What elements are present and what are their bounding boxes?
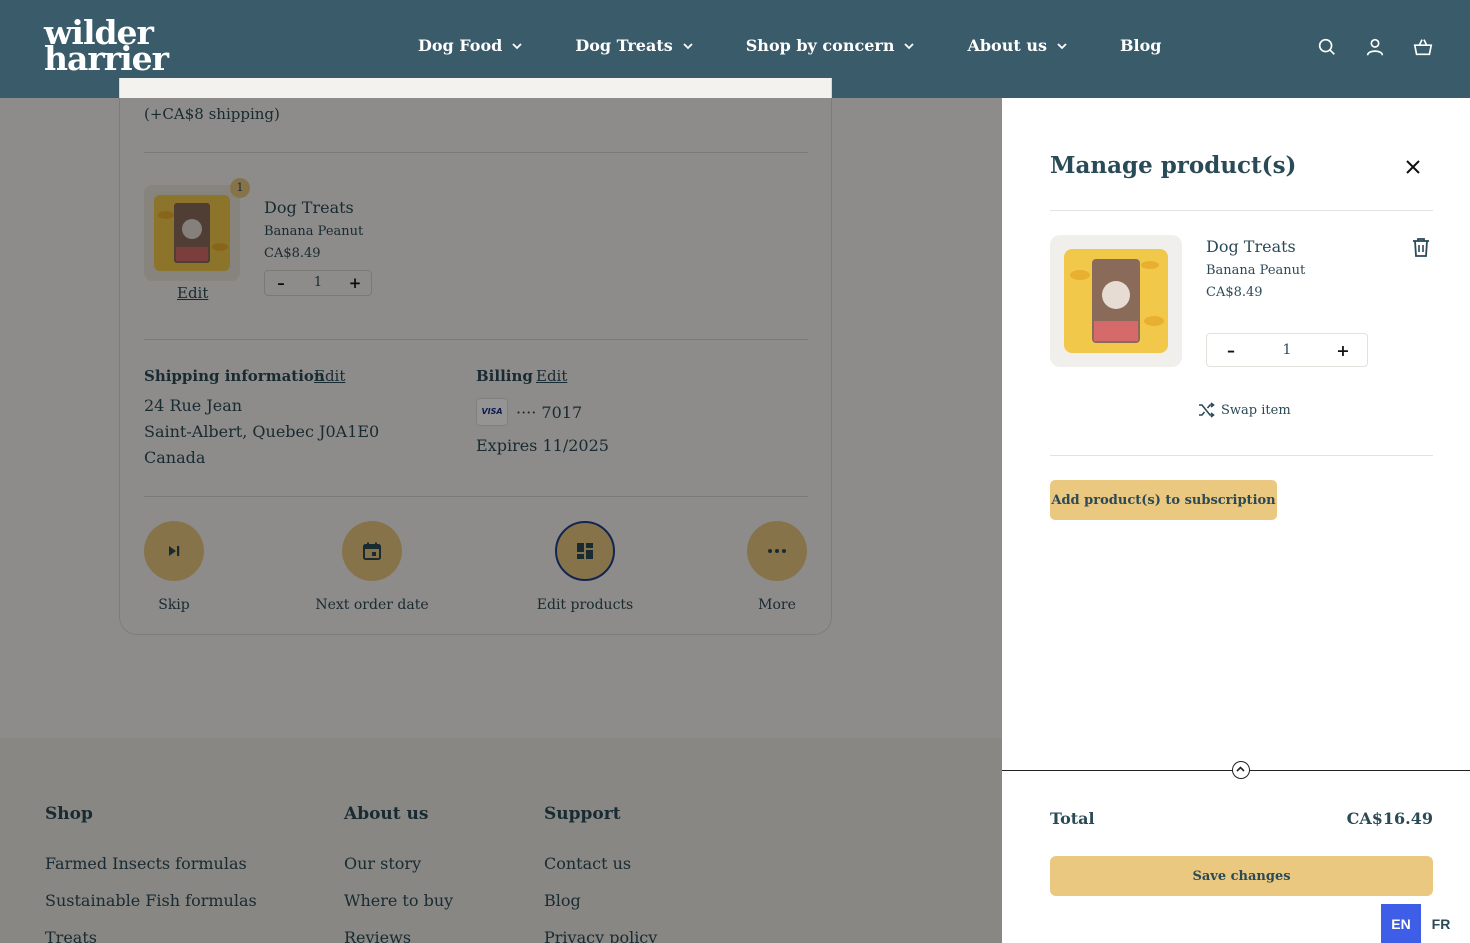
manage-products-drawer: Manage product(s) Dog Treats Banana Pean… xyxy=(1002,98,1470,943)
divider xyxy=(1050,455,1433,456)
header-icons xyxy=(1316,36,1434,58)
logo[interactable]: wilder harrier xyxy=(44,16,169,78)
modal-backdrop[interactable] xyxy=(0,98,1002,943)
collapse-summary-button[interactable] xyxy=(1232,761,1250,779)
close-icon[interactable] xyxy=(1402,156,1424,178)
total-label: Total xyxy=(1050,809,1095,828)
chevron-up-icon xyxy=(1236,766,1245,772)
shuffle-icon xyxy=(1199,402,1215,418)
chevron-down-icon xyxy=(1057,42,1067,49)
search-icon[interactable] xyxy=(1316,36,1338,58)
save-changes-button[interactable]: Save changes xyxy=(1050,856,1433,896)
divider xyxy=(1050,210,1433,211)
quantity-stepper: – 1 + xyxy=(1206,333,1368,367)
qty-value[interactable]: 1 xyxy=(1255,342,1319,358)
swap-label: Swap item xyxy=(1221,402,1291,418)
drawer-title: Manage product(s) xyxy=(1050,152,1297,179)
nav-label: Blog xyxy=(1119,36,1162,55)
nav-dog-treats[interactable]: Dog Treats xyxy=(575,36,693,55)
add-products-button[interactable]: Add product(s) to subscription xyxy=(1050,480,1277,520)
chevron-down-icon xyxy=(683,42,693,49)
chevron-down-icon xyxy=(904,42,915,49)
product-thumbnail xyxy=(1050,235,1182,367)
swap-item-button[interactable]: Swap item xyxy=(1198,402,1291,418)
nav-blog[interactable]: Blog xyxy=(1120,36,1161,55)
qty-minus-button[interactable]: – xyxy=(1207,341,1255,360)
trash-icon[interactable] xyxy=(1410,236,1432,258)
nav-dog-food[interactable]: Dog Food xyxy=(418,36,523,55)
total-value: CA$16.49 xyxy=(1346,809,1433,828)
product-image xyxy=(1064,249,1168,353)
qty-plus-button[interactable]: + xyxy=(1319,341,1367,360)
product-variant: Banana Peanut xyxy=(1206,263,1306,278)
nav-label: Dog Treats xyxy=(575,36,673,55)
nav-label: About us xyxy=(967,36,1047,55)
lang-en[interactable]: EN xyxy=(1381,904,1421,943)
nav-label: Shop by concern xyxy=(745,36,895,55)
nav-label: Dog Food xyxy=(418,36,503,55)
product-price: CA$8.49 xyxy=(1206,285,1263,300)
cart-icon[interactable] xyxy=(1412,36,1434,58)
account-icon[interactable] xyxy=(1364,36,1386,58)
lang-fr[interactable]: FR xyxy=(1421,904,1461,943)
nav-about-us[interactable]: About us xyxy=(967,36,1068,55)
main-nav: Dog Food Dog Treats Shop by concern Abou… xyxy=(418,36,1213,55)
chevron-down-icon xyxy=(512,42,522,49)
product-title: Dog Treats xyxy=(1206,237,1296,256)
logo-line2: harrier xyxy=(44,39,169,78)
nav-shop-by-concern[interactable]: Shop by concern xyxy=(746,36,916,55)
language-switcher: EN FR xyxy=(1381,904,1461,943)
